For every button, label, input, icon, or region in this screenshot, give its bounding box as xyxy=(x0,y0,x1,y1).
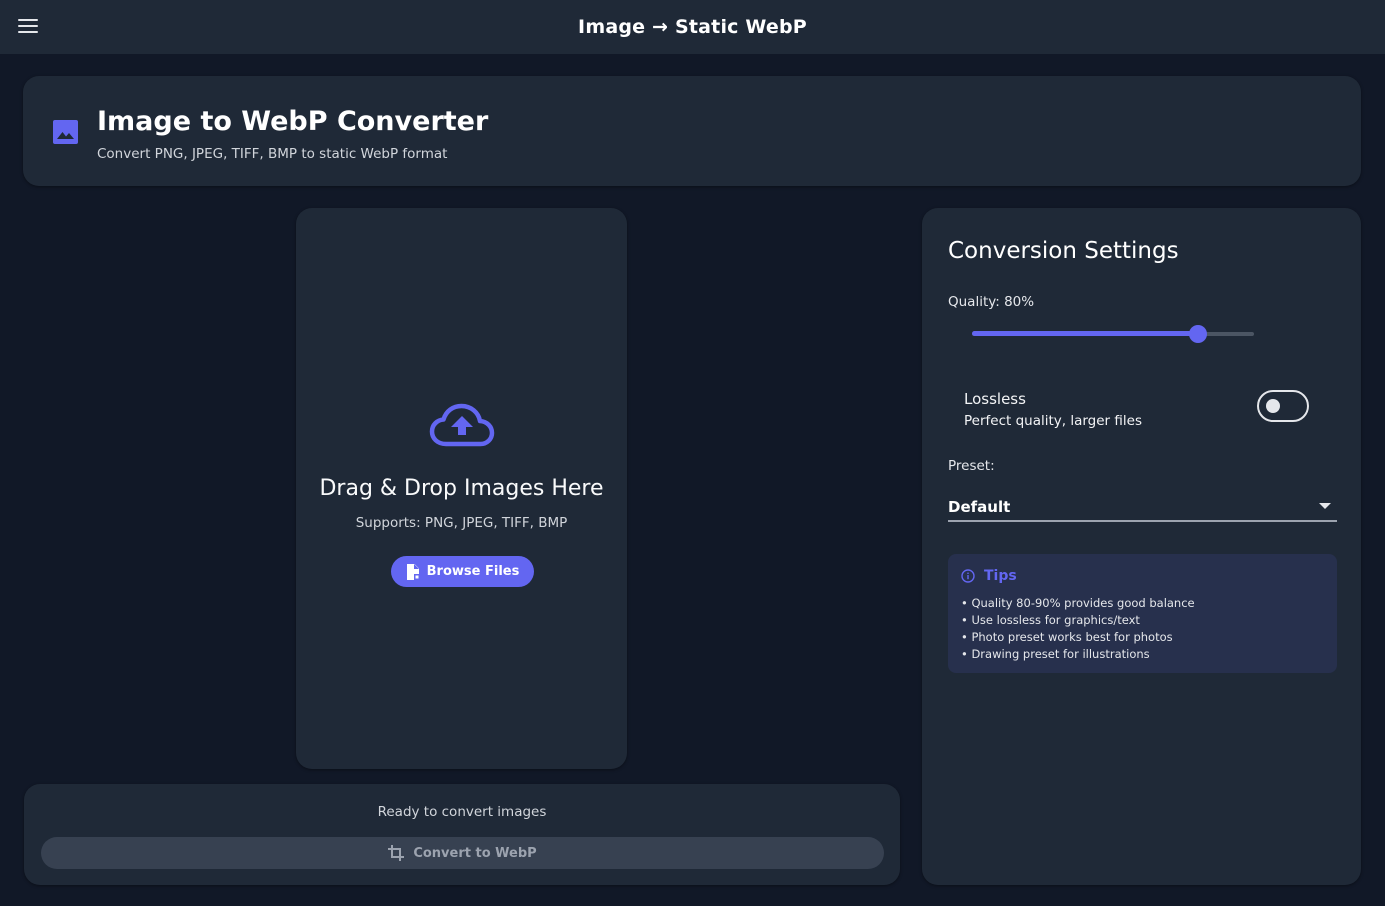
drop-zone-subtitle: Supports: PNG, JPEG, TIFF, BMP xyxy=(355,515,568,531)
settings-title: Conversion Settings xyxy=(948,238,1179,264)
convert-button[interactable]: Convert to WebP xyxy=(41,837,884,869)
tips-header: Tips xyxy=(961,568,1017,584)
info-icon xyxy=(961,569,975,583)
app-bar: Image → Static WebP xyxy=(0,0,1385,54)
tip-item: • Use lossless for graphics/text xyxy=(961,613,1140,627)
page-subtitle: Convert PNG, JPEG, TIFF, BMP to static W… xyxy=(97,146,448,162)
lossless-subtitle: Perfect quality, larger files xyxy=(964,413,1142,429)
tips-list: • Quality 80-90% provides good balance •… xyxy=(961,595,1195,663)
preset-dropdown[interactable]: Default xyxy=(948,492,1337,522)
tip-item: • Drawing preset for illustrations xyxy=(961,647,1150,661)
crop-icon xyxy=(388,845,405,861)
tip-item: • Photo preset works best for photos xyxy=(961,630,1173,644)
lossless-toggle[interactable] xyxy=(1257,390,1309,422)
status-card: Ready to convert images Convert to WebP xyxy=(24,784,900,885)
quality-label: Quality: 80% xyxy=(948,294,1035,310)
tip-item: • Quality 80-90% provides good balance xyxy=(961,596,1195,610)
tips-box: Tips • Quality 80-90% provides good bala… xyxy=(948,554,1337,673)
preset-label: Preset: xyxy=(948,458,995,474)
status-text: Ready to convert images xyxy=(377,804,547,820)
tips-title: Tips xyxy=(984,568,1017,584)
app-title: Image → Static WebP xyxy=(578,16,807,38)
image-icon xyxy=(53,120,78,144)
cloud-upload-icon xyxy=(429,403,495,447)
drop-zone[interactable]: Drag & Drop Images Here Supports: PNG, J… xyxy=(296,208,627,769)
toggle-knob xyxy=(1266,399,1280,413)
lossless-title: Lossless xyxy=(964,390,1026,408)
slider-fill xyxy=(972,331,1198,336)
quality-slider[interactable] xyxy=(972,324,1254,344)
slider-thumb[interactable] xyxy=(1188,325,1207,343)
hamburger-menu-icon[interactable] xyxy=(18,17,40,35)
chevron-down-icon xyxy=(1319,503,1331,509)
convert-button-label: Convert to WebP xyxy=(413,845,537,861)
preset-value: Default xyxy=(948,498,1011,516)
drop-zone-title: Drag & Drop Images Here xyxy=(319,476,604,501)
file-icon xyxy=(406,563,420,580)
lossless-setting: Lossless Perfect quality, larger files xyxy=(964,388,1310,432)
browse-files-button[interactable]: Browse Files xyxy=(391,556,534,587)
header-card: Image to WebP Converter Convert PNG, JPE… xyxy=(23,76,1361,186)
page-title: Image to WebP Converter xyxy=(97,106,489,137)
settings-panel: Conversion Settings Quality: 80% Lossles… xyxy=(922,208,1361,885)
browse-files-label: Browse Files xyxy=(426,564,520,579)
